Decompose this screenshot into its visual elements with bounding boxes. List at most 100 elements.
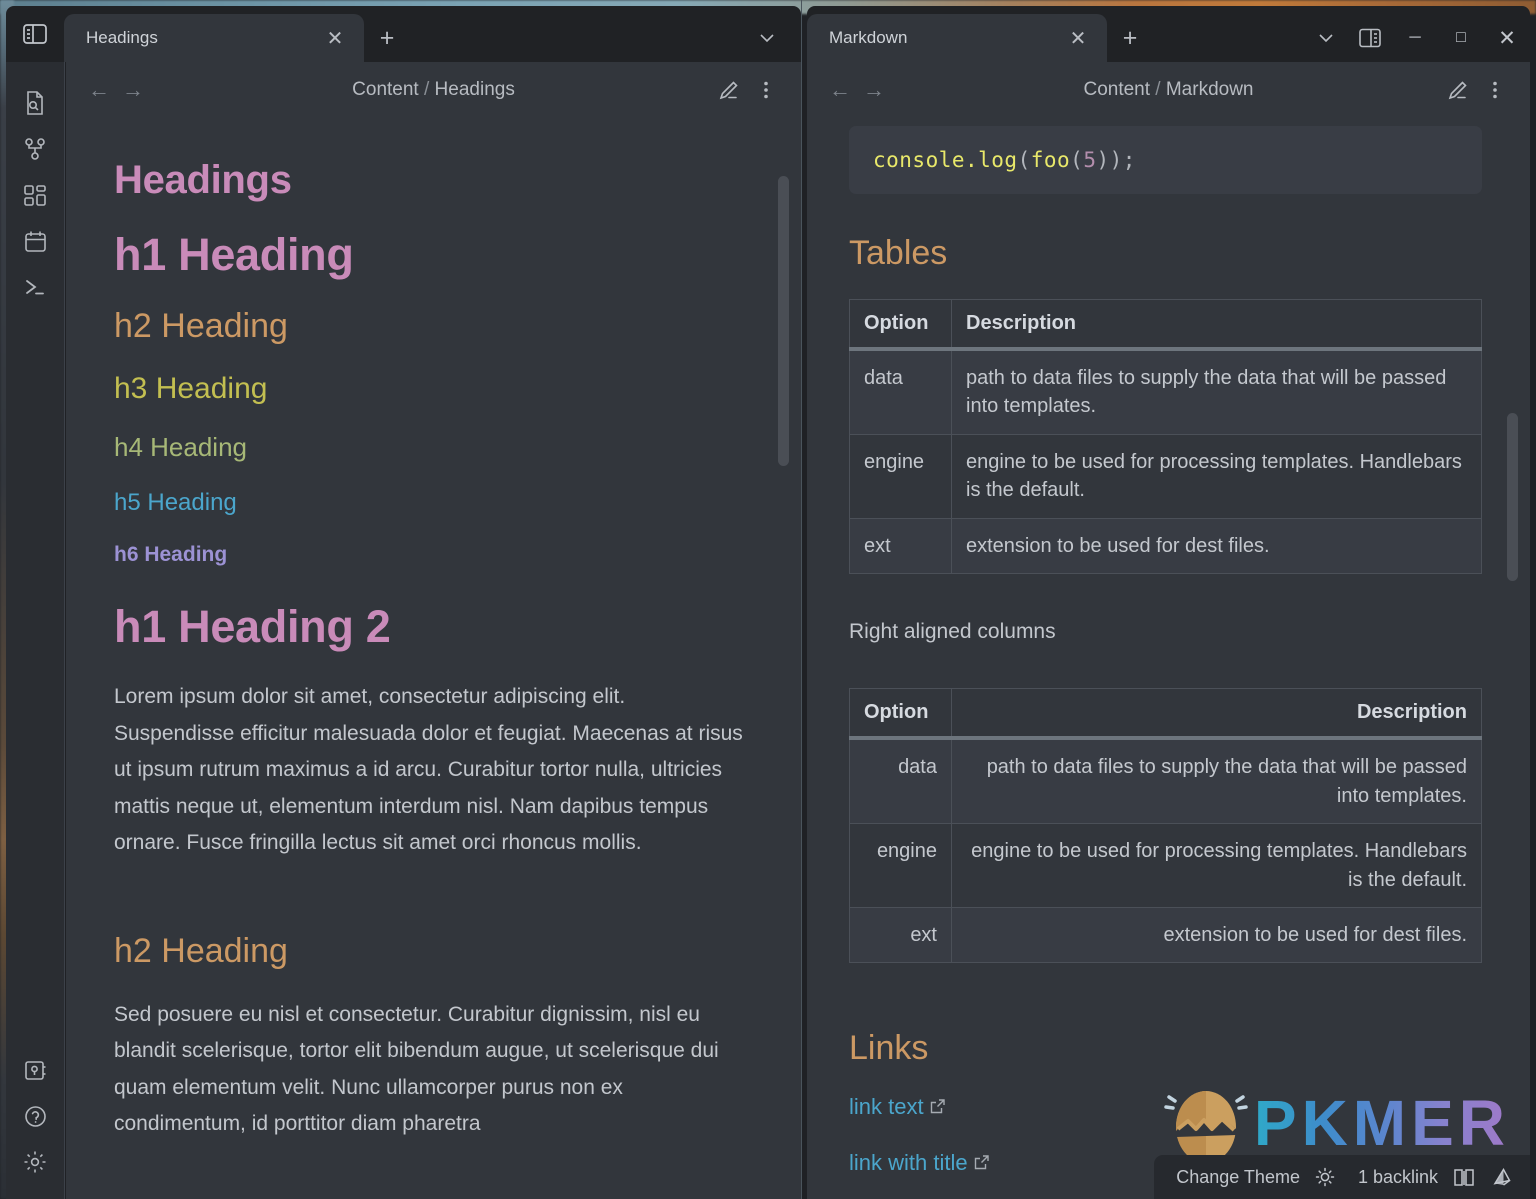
table-row: engine engine to be used for processing … xyxy=(850,824,1482,908)
table-row: ext extension to be used for dest files. xyxy=(850,518,1482,573)
close-icon[interactable]: ✕ xyxy=(1063,23,1093,53)
backlink-count[interactable]: 1 backlink xyxy=(1358,1167,1438,1188)
calendar-icon[interactable] xyxy=(15,218,55,264)
table-cell-option: engine xyxy=(850,434,952,518)
more-vertical-icon[interactable] xyxy=(1476,71,1514,109)
chevron-down-icon[interactable] xyxy=(1304,14,1348,62)
left-pane-scrollbar[interactable] xyxy=(778,176,789,466)
section-spacer xyxy=(114,892,745,932)
right-pane-body[interactable]: console.log(foo(5)); Tables Option Descr… xyxy=(807,118,1530,1199)
back-button[interactable]: ← xyxy=(823,73,857,107)
breadcrumb-current: Markdown xyxy=(1166,79,1254,100)
heading-tables: Tables xyxy=(849,234,1482,273)
toggle-left-sidebar-button[interactable] xyxy=(6,6,64,62)
breadcrumb-root: Content xyxy=(352,79,419,100)
sun-icon[interactable] xyxy=(1314,1166,1336,1188)
doc-title: Headings xyxy=(114,158,745,203)
close-icon[interactable]: ✕ xyxy=(320,23,350,53)
right-pane-scrollbar[interactable] xyxy=(1507,413,1518,581)
left-editor-pane: ← → Content / Headings xyxy=(66,62,801,1199)
maximize-button[interactable]: □ xyxy=(1438,14,1484,62)
book-icon[interactable] xyxy=(1452,1166,1476,1188)
reading-mode-icon[interactable] xyxy=(1490,1166,1514,1188)
code-token-paren-open-1: ( xyxy=(1018,148,1031,172)
right-editor-pane: ← → Content / Markdown xyxy=(807,62,1530,1199)
status-bar: Change Theme 1 backlink xyxy=(1154,1155,1530,1199)
code-token-tail: )); xyxy=(1096,148,1135,172)
external-link-icon xyxy=(929,1098,946,1120)
split-pane-icon[interactable] xyxy=(1348,14,1392,62)
table-options-right-aligned: Option Description data path to data fil… xyxy=(849,688,1482,963)
table-cell-description: engine to be used for processing templat… xyxy=(952,434,1482,518)
table-cell-description: path to data files to supply the data th… xyxy=(952,738,1482,823)
obsidian-window: Headings ✕ + Markdown ✕ + xyxy=(0,0,1536,1199)
pencil-icon[interactable] xyxy=(1438,71,1476,109)
tab-title: Markdown xyxy=(829,28,1063,48)
breadcrumb: Content / Markdown xyxy=(807,79,1530,101)
right-pane-header-actions xyxy=(1438,71,1514,109)
right-tab-strip: Markdown ✕ + ─ □ ✕ xyxy=(807,6,1530,62)
heading-h2: h2 Heading xyxy=(114,307,745,346)
heading-links: Links xyxy=(849,1029,1482,1068)
vault-icon[interactable] xyxy=(15,1047,55,1093)
table-row: data path to data files to supply the da… xyxy=(850,349,1482,434)
breadcrumb-current: Headings xyxy=(435,79,515,100)
table-cell-option: data xyxy=(850,349,952,434)
heading-h3: h3 Heading xyxy=(114,372,745,406)
code-token-paren-open-2: ( xyxy=(1070,148,1083,172)
pencil-icon[interactable] xyxy=(709,71,747,109)
table-header-description: Description xyxy=(952,300,1482,350)
more-vertical-icon[interactable] xyxy=(747,71,785,109)
link-link-text[interactable]: link text xyxy=(849,1094,924,1119)
left-pane-body[interactable]: Headings h1 Heading h2 Heading h3 Headin… xyxy=(66,118,801,1199)
code-token-foo: foo xyxy=(1031,148,1070,172)
back-button[interactable]: ← xyxy=(82,73,116,107)
breadcrumb-separator: / xyxy=(1155,79,1160,100)
table-options-left: Option Description data path to data fil… xyxy=(849,299,1482,574)
heading-h6: h6 Heading xyxy=(114,543,745,567)
section-spacer xyxy=(849,574,1482,614)
file-search-icon[interactable] xyxy=(15,80,55,126)
code-token-console-log: console.log xyxy=(873,148,1018,172)
new-tab-button[interactable]: + xyxy=(364,14,410,62)
section-spacer xyxy=(849,1003,1482,1029)
minimize-button[interactable]: ─ xyxy=(1392,14,1438,62)
table-row: data path to data files to supply the da… xyxy=(850,738,1482,823)
graph-icon[interactable] xyxy=(15,126,55,172)
forward-button[interactable]: → xyxy=(857,73,891,107)
table-header-option: Option xyxy=(850,689,952,739)
left-icon-ribbon xyxy=(6,62,64,1199)
right-aligned-caption: Right aligned columns xyxy=(849,614,1482,651)
breadcrumb: Content / Headings xyxy=(66,79,801,101)
settings-icon[interactable] xyxy=(15,1139,55,1185)
table-cell-description: engine to be used for processing templat… xyxy=(952,824,1482,908)
markdown-document: console.log(foo(5)); Tables Option Descr… xyxy=(807,118,1530,1176)
table-cell-description: extension to be used for dest files. xyxy=(952,908,1482,963)
headings-document: Headings h1 Heading h2 Heading h3 Headin… xyxy=(66,118,801,1143)
table-row: ext extension to be used for dest files. xyxy=(850,908,1482,963)
dashboard-icon[interactable] xyxy=(15,172,55,218)
table-cell-option: engine xyxy=(850,824,952,908)
forward-button[interactable]: → xyxy=(116,73,150,107)
change-theme-label[interactable]: Change Theme xyxy=(1176,1167,1300,1188)
tab-headings[interactable]: Headings ✕ xyxy=(64,14,364,62)
table-row: engine engine to be used for processing … xyxy=(850,434,1482,518)
ribbon-divider xyxy=(64,62,65,1199)
left-tab-strip: Headings ✕ + xyxy=(6,6,801,62)
terminal-icon[interactable] xyxy=(15,264,55,310)
tab-title: Headings xyxy=(86,28,320,48)
pane-divider[interactable] xyxy=(801,0,802,1199)
paragraph-1: Lorem ipsum dolor sit amet, consectetur … xyxy=(114,679,745,862)
close-window-button[interactable]: ✕ xyxy=(1484,14,1530,62)
link-link-with-title[interactable]: link with title xyxy=(849,1150,968,1175)
chevron-down-icon[interactable] xyxy=(745,14,789,62)
tab-markdown[interactable]: Markdown ✕ xyxy=(807,14,1107,62)
code-token-number: 5 xyxy=(1083,148,1096,172)
heading-h1-2: h1 Heading 2 xyxy=(114,601,745,653)
breadcrumb-root: Content xyxy=(1083,79,1150,100)
new-tab-button[interactable]: + xyxy=(1107,14,1153,62)
table-header-row: Option Description xyxy=(850,300,1482,350)
breadcrumb-separator: / xyxy=(424,79,429,100)
link-row: link text xyxy=(849,1094,1482,1120)
help-icon[interactable] xyxy=(15,1093,55,1139)
